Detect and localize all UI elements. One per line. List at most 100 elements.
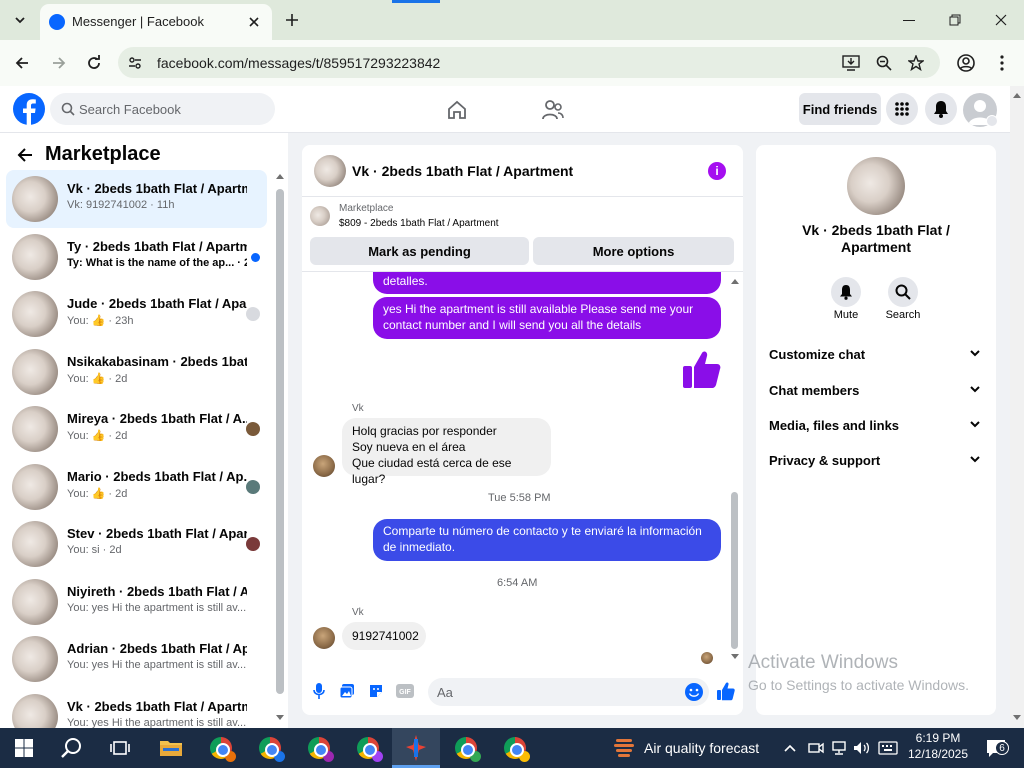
- chat-scrollbar[interactable]: [731, 492, 738, 649]
- page-scroll-up-icon[interactable]: [1013, 92, 1021, 100]
- sticker-icon[interactable]: [366, 681, 386, 701]
- chrome-profile-icon[interactable]: [304, 728, 334, 768]
- back-arrow-icon[interactable]: [14, 145, 36, 165]
- menu-grid-icon[interactable]: [886, 93, 918, 125]
- page-scroll-down-icon[interactable]: [1013, 715, 1021, 723]
- chat-title[interactable]: Vk · 2beds 1bath Flat / Apartment: [352, 163, 573, 179]
- install-app-icon[interactable]: [840, 53, 862, 73]
- touch-keyboard-icon[interactable]: [876, 728, 900, 768]
- browser-tab[interactable]: Messenger | Facebook: [40, 4, 272, 40]
- outgoing-message[interactable]: detalles.: [373, 272, 721, 294]
- conversation-preview: You: 👍 · 2d: [67, 373, 128, 385]
- attach-photo-icon[interactable]: [337, 681, 357, 701]
- account-chevron-icon[interactable]: [986, 115, 998, 127]
- notifications-bell-icon[interactable]: [925, 93, 957, 125]
- volume-icon[interactable]: [852, 728, 872, 768]
- facebook-search-input[interactable]: Search Facebook: [50, 93, 275, 125]
- listing-thumbnail: [12, 694, 58, 728]
- outgoing-message[interactable]: Comparte tu número de contacto y te envi…: [373, 519, 721, 561]
- weather-icon[interactable]: [610, 728, 638, 768]
- conversation-item[interactable]: Ty · 2beds 1bath Flat / Apartm... Ty: Wh…: [6, 228, 267, 286]
- chat-scroll-up-icon[interactable]: [731, 278, 739, 286]
- mute-label[interactable]: Mute: [826, 309, 866, 321]
- conversation-info-icon[interactable]: i: [708, 162, 726, 180]
- find-friends-button[interactable]: Find friends: [799, 93, 881, 125]
- privacy-support-section[interactable]: Privacy & support: [769, 453, 984, 468]
- gif-icon[interactable]: GIF: [395, 681, 415, 701]
- network-icon[interactable]: [829, 728, 849, 768]
- tab-close-icon[interactable]: [245, 13, 263, 31]
- mute-bell-icon[interactable]: [831, 277, 861, 307]
- conversation-item[interactable]: Stev · 2beds 1bath Flat / Apar... You: s…: [6, 515, 267, 573]
- incoming-message[interactable]: Holq gracias por responder Soy nueva en …: [342, 418, 551, 486]
- voice-clip-icon[interactable]: [309, 681, 329, 701]
- conversation-item[interactable]: Niyireth · 2beds 1bath Flat / Ap... You:…: [6, 573, 267, 631]
- conversation-item[interactable]: Mireya · 2beds 1bath Flat / A... You: 👍 …: [6, 400, 267, 458]
- file-explorer-icon[interactable]: [157, 728, 185, 768]
- more-options-button[interactable]: More options: [533, 237, 734, 265]
- taskbar-clock[interactable]: 6:19 PM 12/18/2025: [906, 731, 970, 761]
- task-view-icon[interactable]: [106, 728, 134, 768]
- conversation-item[interactable]: Adrian · 2beds 1bath Flat / Apar... You:…: [6, 630, 267, 688]
- weather-text[interactable]: Air quality forecast: [644, 728, 762, 768]
- active-app-icon[interactable]: [392, 728, 440, 768]
- details-title-line: Vk · 2beds 1bath Flat /: [802, 222, 950, 238]
- address-bar[interactable]: facebook.com/messages/t/859517293223842: [118, 47, 940, 78]
- conversation-item[interactable]: Vk · 2beds 1bath Flat / Apartment Vk: 91…: [6, 170, 267, 228]
- browser-menu-icon[interactable]: [990, 51, 1014, 75]
- sidebar-scroll-down-icon[interactable]: [276, 715, 284, 723]
- meet-now-icon[interactable]: [806, 728, 826, 768]
- sender-avatar[interactable]: [313, 627, 335, 649]
- bookmark-star-icon[interactable]: [905, 53, 927, 73]
- restore-window-icon[interactable]: [944, 10, 966, 30]
- chrome-profile-icon[interactable]: [353, 728, 383, 768]
- home-icon[interactable]: [444, 97, 470, 123]
- sidebar-scroll-up-icon[interactable]: [276, 173, 284, 181]
- thumbs-up-sticker-icon[interactable]: [682, 349, 722, 389]
- chrome-profile-icon[interactable]: [451, 728, 481, 768]
- facebook-logo-icon[interactable]: [13, 93, 45, 125]
- windows-start-icon[interactable]: [10, 728, 38, 768]
- sidebar-title: Marketplace: [45, 143, 161, 165]
- page-scrollbar[interactable]: [1010, 86, 1024, 728]
- listing-profile-picture[interactable]: [847, 157, 905, 215]
- conversation-item[interactable]: Jude · 2beds 1bath Flat / Apa... You: 👍 …: [6, 285, 267, 343]
- chrome-profile-icon[interactable]: [500, 728, 530, 768]
- sender-avatar[interactable]: [313, 455, 335, 477]
- customize-chat-section[interactable]: Customize chat: [769, 347, 984, 362]
- conversation-item[interactable]: Nsikakabasinam · 2beds 1bath F... You: 👍…: [6, 343, 267, 401]
- send-like-icon[interactable]: [715, 680, 737, 702]
- close-window-icon[interactable]: [990, 10, 1012, 30]
- emoji-icon[interactable]: [684, 682, 704, 702]
- message-input[interactable]: Aa: [428, 678, 709, 706]
- search-conversation-icon[interactable]: [888, 277, 918, 307]
- mark-as-pending-button[interactable]: Mark as pending: [310, 237, 529, 265]
- new-tab-icon[interactable]: [282, 10, 302, 30]
- profile-icon[interactable]: [954, 51, 978, 75]
- minimize-window-icon[interactable]: [898, 10, 920, 30]
- chrome-profile-icon[interactable]: [255, 728, 285, 768]
- outgoing-message[interactable]: yes Hi the apartment is still available …: [373, 297, 721, 339]
- chat-listing-avatar[interactable]: [314, 155, 346, 187]
- search-label[interactable]: Search: [883, 309, 923, 321]
- tab-search-icon[interactable]: [8, 8, 32, 32]
- seen-receipt-avatar: [701, 652, 713, 664]
- friends-icon[interactable]: [539, 97, 567, 123]
- site-info-icon[interactable]: [126, 54, 144, 72]
- conversation-item[interactable]: Vk · 2beds 1bath Flat / Apartment You: y…: [6, 688, 267, 728]
- show-hidden-icons-chevron-icon[interactable]: [780, 728, 800, 768]
- chrome-profile-icon[interactable]: [206, 728, 236, 768]
- reload-icon[interactable]: [82, 51, 106, 75]
- media-files-links-section[interactable]: Media, files and links: [769, 418, 984, 433]
- conversation-item[interactable]: Mario · 2beds 1bath Flat / Ap... You: 👍 …: [6, 458, 267, 516]
- chat-scroll-down-icon[interactable]: [731, 654, 739, 662]
- forward-icon[interactable]: [47, 51, 71, 75]
- taskbar-search-icon[interactable]: [57, 728, 87, 768]
- listing-price-title[interactable]: $809 - 2beds 1bath Flat / Apartment: [339, 218, 499, 229]
- incoming-message[interactable]: 9192741002: [342, 622, 426, 650]
- notification-center-icon[interactable]: 6: [980, 728, 1012, 768]
- zoom-icon[interactable]: [873, 53, 895, 73]
- back-icon[interactable]: [10, 51, 34, 75]
- sidebar-scrollbar[interactable]: [276, 189, 284, 694]
- chat-members-section[interactable]: Chat members: [769, 383, 984, 398]
